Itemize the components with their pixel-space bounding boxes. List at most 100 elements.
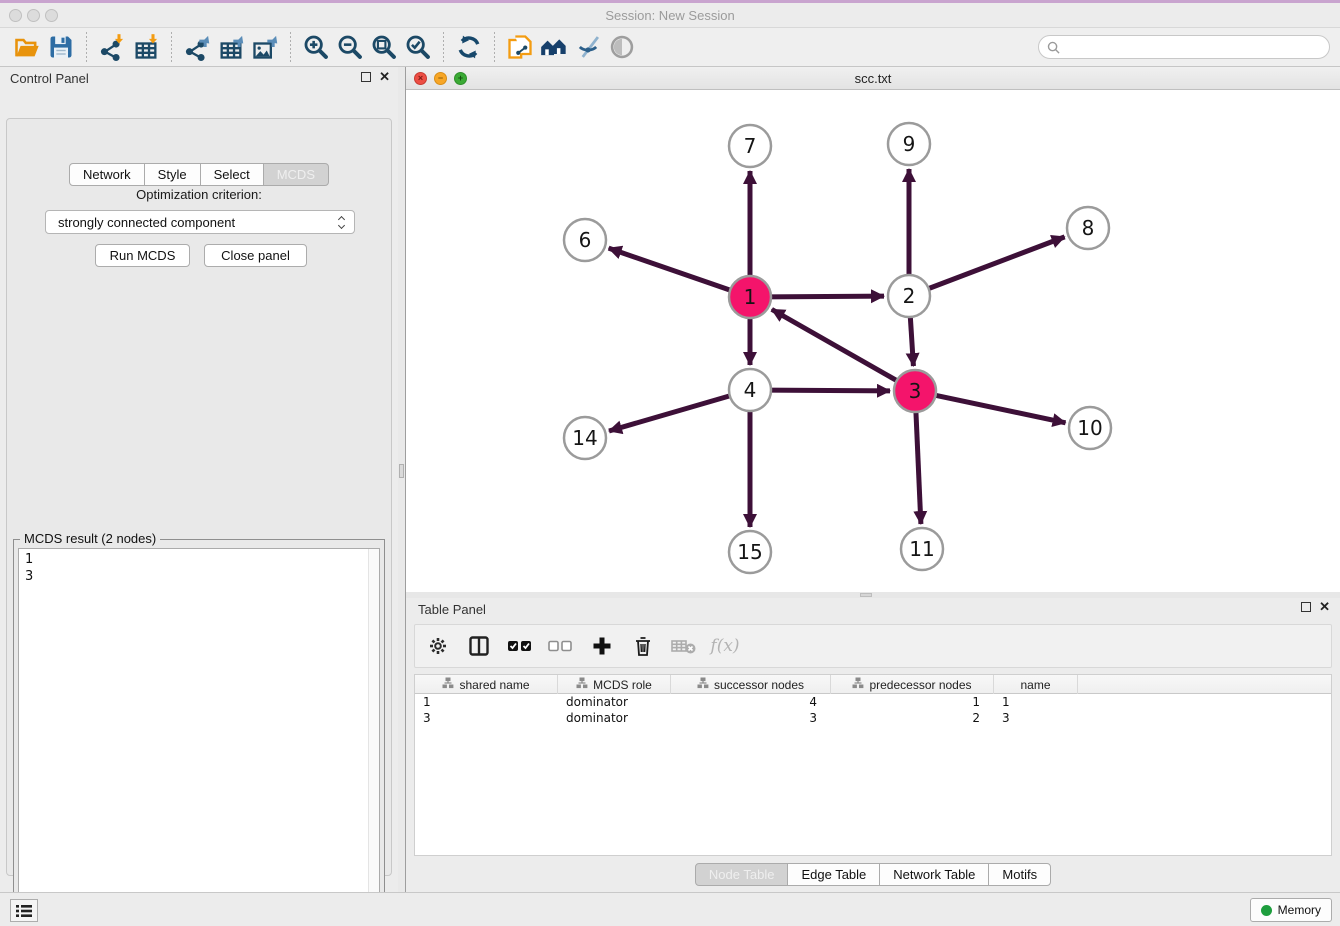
zoom-out-icon[interactable]	[333, 31, 367, 63]
table-row[interactable]: 1dominator411	[415, 694, 1331, 710]
tab-node-table[interactable]: Node Table	[695, 863, 789, 886]
vertical-splitter[interactable]	[398, 67, 406, 892]
control-panel-float-icon[interactable]	[361, 72, 371, 82]
result-scrollbar[interactable]	[368, 549, 379, 911]
node-4[interactable]: 4	[729, 369, 771, 411]
cell: 1	[831, 694, 994, 710]
vertical-splitter-handle[interactable]	[399, 464, 404, 478]
tab-motifs[interactable]: Motifs	[988, 863, 1051, 886]
zoom-in-icon[interactable]	[299, 31, 333, 63]
select-all-checks-icon[interactable]	[507, 633, 533, 659]
column-layout-icon[interactable]	[466, 633, 492, 659]
cell: 4	[671, 694, 831, 710]
edge-3-1[interactable]	[772, 309, 900, 382]
refresh-icon[interactable]	[452, 31, 486, 63]
import-table-icon[interactable]	[129, 31, 163, 63]
toolbar-separator	[494, 32, 495, 62]
node-7[interactable]: 7	[729, 125, 771, 167]
mcds-result-list[interactable]: 13	[18, 548, 380, 912]
window-title: Session: New Session	[0, 3, 1340, 28]
edge-1-2[interactable]	[768, 296, 884, 297]
network-titlebar[interactable]: × − + scc.txt	[406, 67, 1340, 90]
search-input[interactable]	[1064, 40, 1321, 54]
optimization-criterion-label: Optimization criterion:	[7, 187, 391, 202]
memory-label: Memory	[1278, 903, 1321, 917]
add-column-icon[interactable]	[589, 633, 615, 659]
delete-column-icon[interactable]	[630, 633, 656, 659]
edge-3-11[interactable]	[916, 409, 921, 524]
cell: dominator	[558, 694, 671, 710]
tab-select[interactable]: Select	[200, 163, 264, 186]
tab-network[interactable]: Network	[69, 163, 145, 186]
table-toolbar: f(x)	[414, 624, 1332, 668]
home-layout-icon[interactable]	[537, 31, 571, 63]
column-header-MCDS-role[interactable]: MCDS role	[558, 675, 671, 694]
zoom-fit-icon[interactable]	[367, 31, 401, 63]
edge-2-8[interactable]	[926, 237, 1065, 290]
tab-edge-table[interactable]: Edge Table	[787, 863, 880, 886]
open-session-icon[interactable]	[10, 31, 44, 63]
edge-4-3[interactable]	[768, 390, 890, 391]
style-mapper-icon[interactable]	[571, 31, 605, 63]
node-6[interactable]: 6	[564, 219, 606, 261]
network-canvas[interactable]: 7 9 6 8 1 2 4 3 14 10 15 11	[406, 90, 1340, 592]
edge-3-10[interactable]	[933, 395, 1066, 423]
node-2[interactable]: 2	[888, 275, 930, 317]
column-header-successor-nodes[interactable]: successor nodes	[671, 675, 831, 694]
table-panel-close-icon[interactable]: ✕	[1319, 602, 1330, 612]
network-manager-icon[interactable]	[503, 31, 537, 63]
control-panel-tabs: NetworkStyleSelectMCDS	[0, 163, 398, 186]
delete-table-icon[interactable]	[671, 633, 697, 659]
cell: dominator	[558, 710, 671, 726]
network-graph[interactable]: 7 9 6 8 1 2 4 3 14 10 15 11	[406, 90, 1340, 592]
show-hide-icon[interactable]	[605, 31, 639, 63]
main-titlebar[interactable]: Session: New Session	[0, 3, 1340, 28]
edge-1-6[interactable]	[609, 248, 733, 291]
export-image-icon[interactable]	[248, 31, 282, 63]
export-table-icon[interactable]	[214, 31, 248, 63]
export-network-icon[interactable]	[180, 31, 214, 63]
node-11[interactable]: 11	[901, 528, 943, 570]
search-box[interactable]	[1038, 35, 1330, 59]
tab-network-table[interactable]: Network Table	[879, 863, 989, 886]
node-8[interactable]: 8	[1067, 207, 1109, 249]
tab-style[interactable]: Style	[144, 163, 201, 186]
horizontal-splitter-handle[interactable]	[860, 593, 872, 597]
tab-mcds[interactable]: MCDS	[263, 163, 329, 186]
node-1[interactable]: 1	[729, 276, 771, 318]
zoom-selected-icon[interactable]	[401, 31, 435, 63]
show-panels-button[interactable]	[10, 899, 38, 922]
close-panel-button[interactable]: Close panel	[204, 244, 307, 267]
tree-icon	[576, 677, 588, 692]
result-line: 1	[25, 551, 373, 568]
node-9[interactable]: 9	[888, 123, 930, 165]
edge-2-3[interactable]	[910, 314, 913, 366]
node-15[interactable]: 15	[729, 531, 771, 573]
main-toolbar	[0, 28, 1340, 67]
node-14[interactable]: 14	[564, 417, 606, 459]
table-settings-icon[interactable]	[425, 633, 451, 659]
save-session-icon[interactable]	[44, 31, 78, 63]
node-10[interactable]: 10	[1069, 407, 1111, 449]
column-label: successor nodes	[714, 678, 804, 692]
mcds-result-title: MCDS result (2 nodes)	[20, 531, 160, 546]
optimization-criterion-select[interactable]: strongly connected component	[45, 210, 355, 234]
toolbar-separator	[171, 32, 172, 62]
svg-text:15: 15	[737, 540, 762, 564]
memory-button[interactable]: Memory	[1250, 898, 1332, 922]
table-panel-float-icon[interactable]	[1301, 602, 1311, 612]
table-row[interactable]: 3dominator323	[415, 710, 1331, 726]
column-header-predecessor-nodes[interactable]: predecessor nodes	[831, 675, 994, 694]
run-mcds-button[interactable]: Run MCDS	[95, 244, 190, 267]
deselect-all-checks-icon[interactable]	[548, 633, 574, 659]
function-builder-icon[interactable]: f(x)	[712, 633, 738, 659]
control-panel-close-icon[interactable]: ✕	[379, 72, 390, 82]
node-3[interactable]: 3	[894, 370, 936, 412]
edge-4-14[interactable]	[609, 395, 733, 431]
tree-icon	[697, 677, 709, 692]
column-header-shared-name[interactable]: shared name	[415, 675, 558, 694]
mcds-result-group: MCDS result (2 nodes) 13	[13, 539, 385, 917]
import-network-icon[interactable]	[95, 31, 129, 63]
column-header-name[interactable]: name	[994, 675, 1078, 694]
node-table: shared nameMCDS role successor nodes prede…	[414, 674, 1332, 856]
